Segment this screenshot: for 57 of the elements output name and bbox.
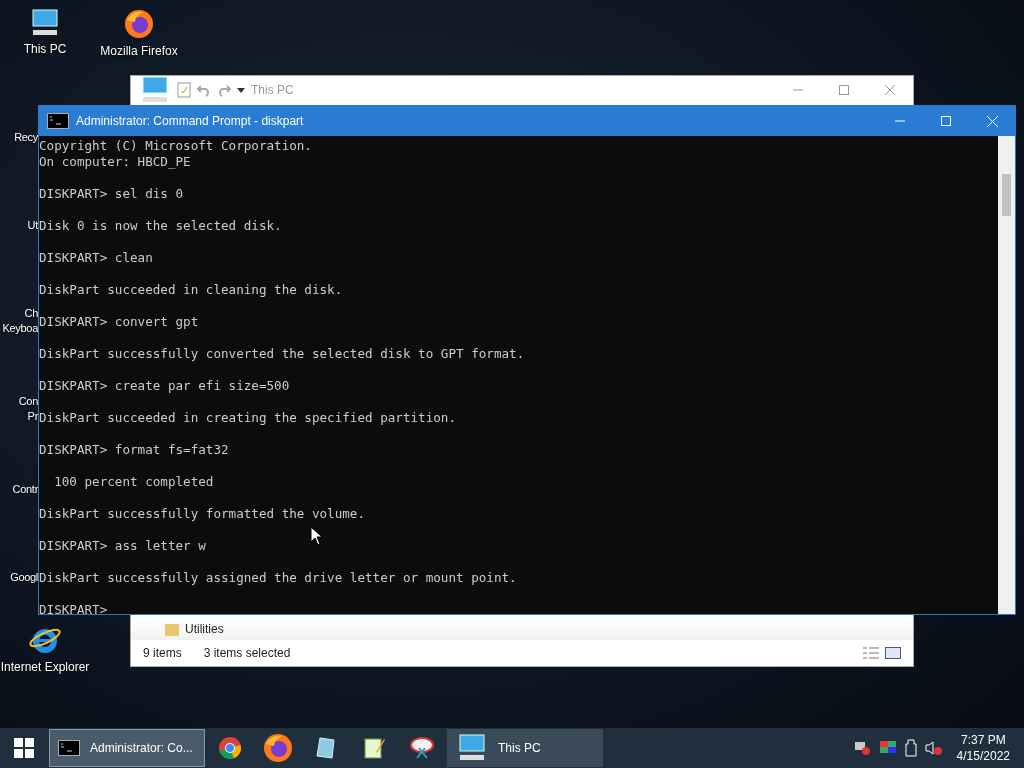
console-line: On computer: HBCD_PE bbox=[39, 154, 192, 170]
window-title: This PC bbox=[251, 83, 294, 97]
desktop-icon-label[interactable]: Ut bbox=[27, 218, 38, 233]
chrome-icon bbox=[218, 736, 242, 760]
folder-name: Utilities bbox=[185, 621, 224, 636]
computer-icon bbox=[456, 733, 488, 763]
desktop-icon-label[interactable]: Pr bbox=[27, 409, 38, 424]
console-line: DiskPart successfully assigned the drive letter or mount point. bbox=[39, 570, 518, 586]
console-line: DISKPART> convert gpt bbox=[39, 314, 200, 330]
console-line: DISKPART> clean bbox=[39, 250, 154, 266]
selection-count: 3 items selected bbox=[203, 646, 291, 660]
item-count: 9 items bbox=[143, 646, 182, 660]
desktop-icon-label[interactable]: Internet Explorer bbox=[0, 660, 90, 675]
desktop-icon-label[interactable]: This PC bbox=[23, 42, 67, 57]
desktop-icon-label[interactable]: Ch bbox=[24, 306, 38, 321]
folder-icon bbox=[165, 621, 179, 636]
desktop-icon-label[interactable]: Recy bbox=[14, 130, 38, 145]
taskbar-window-button[interactable]: Administrator: Co... bbox=[49, 729, 205, 767]
clock[interactable]: 7:37 PM 4/15/2022 bbox=[956, 732, 1010, 764]
computer-icon bbox=[139, 75, 171, 105]
scissors-icon bbox=[409, 736, 435, 760]
console-line: DiskPart successfully formatted the volume. bbox=[39, 506, 367, 522]
console-line: DISKPART> ass letter w bbox=[39, 538, 207, 554]
desktop-icon-label[interactable]: Googl bbox=[10, 570, 38, 585]
network-error-icon[interactable] bbox=[852, 740, 871, 756]
desktop-icon-label[interactable]: Con bbox=[18, 394, 38, 409]
console-line: Copyright (C) Microsoft Corporation. bbox=[39, 138, 313, 154]
console-line: DISKPART> format fs=fat32 bbox=[39, 442, 230, 458]
dropdown-icon[interactable] bbox=[237, 86, 245, 94]
speaker-muted-icon[interactable] bbox=[924, 740, 943, 756]
console-icon bbox=[58, 740, 80, 756]
fox-globe-icon bbox=[123, 8, 155, 40]
computer-icon bbox=[29, 8, 61, 38]
windows-logo-icon bbox=[14, 738, 34, 758]
desktop-icon-label[interactable]: Keyboa bbox=[2, 321, 38, 336]
window-title: Administrator: Command Prompt - diskpart bbox=[76, 114, 304, 128]
usb-drive-icon[interactable] bbox=[904, 739, 917, 757]
console-line: Disk 0 is now the selected disk. bbox=[39, 218, 283, 234]
large-icons-view-icon[interactable] bbox=[885, 647, 901, 659]
mouse-cursor-icon bbox=[310, 526, 322, 546]
console-line: DiskPart successfully converted the selected disk to GPT format. bbox=[39, 346, 526, 362]
notepad-icon bbox=[314, 736, 338, 760]
desktop-icon-label[interactable]: Contr bbox=[12, 482, 38, 497]
console-line: DiskPart succeeded in creating the specified partition. bbox=[39, 410, 457, 426]
color-display-icon[interactable] bbox=[878, 740, 897, 756]
console-line: DISKPART> sel dis 0 bbox=[39, 186, 185, 202]
close-icon[interactable] bbox=[885, 85, 895, 95]
console-line: 100 percent completed bbox=[53, 474, 215, 490]
notepad-pen-icon bbox=[362, 736, 386, 760]
maximize-icon[interactable] bbox=[839, 85, 849, 95]
console-line: DiskPart succeeded in cleaning the disk. bbox=[39, 282, 344, 298]
fox-globe-icon bbox=[262, 732, 294, 764]
taskbar-window-button[interactable]: This PC bbox=[447, 729, 603, 767]
console-icon bbox=[47, 113, 69, 129]
desktop-icon-label[interactable]: Mozilla Firefox bbox=[100, 44, 178, 59]
console-line: DISKPART> create par efi size=500 bbox=[39, 378, 291, 394]
console-line: DISKPART> bbox=[39, 602, 109, 614]
